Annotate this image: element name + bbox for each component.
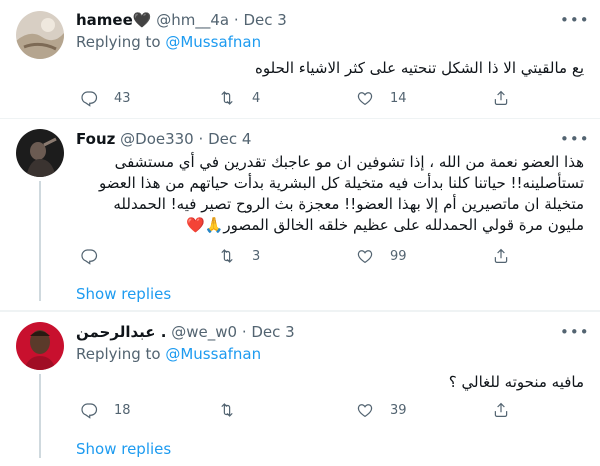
tweet-1[interactable]: hamee🖤 @hm__4a · Dec 3 ••• Replying to @… (0, 0, 600, 118)
tweet-text: هذا العضو نعمة من الله ، إذا تشوفين ان م… (99, 153, 584, 234)
more-icon[interactable]: ••• (560, 324, 589, 344)
user-handle[interactable]: @hm__4a (156, 11, 229, 29)
like-button[interactable]: 39 (356, 398, 407, 422)
like-icon (356, 401, 374, 419)
tweet-date[interactable]: Dec 3 (251, 323, 294, 341)
tweet-2[interactable]: Fouz @Doe330 · Dec 4 ••• هذا العضو نعمة … (0, 119, 600, 310)
mention-link[interactable]: @Mussafnan (165, 33, 261, 51)
reply-count: 18 (114, 402, 131, 418)
user-handle[interactable]: @Doe330 (120, 130, 194, 148)
more-icon[interactable]: ••• (560, 12, 589, 32)
show-replies-link[interactable]: Show replies (76, 439, 171, 459)
like-button[interactable]: 14 (356, 86, 407, 110)
share-button[interactable] (492, 244, 510, 268)
tweet-header: عبدالرحمن . @we_w0 · Dec 3 (76, 322, 295, 342)
separator-dot: · (233, 11, 239, 29)
like-count: 99 (390, 248, 407, 264)
mention-link[interactable]: @Mussafnan (165, 345, 261, 363)
like-count: 39 (390, 402, 407, 418)
replying-to: Replying to @Mussafnan (76, 32, 261, 52)
thread-line (39, 181, 41, 301)
tweet-header: hamee🖤 @hm__4a · Dec 3 (76, 10, 287, 30)
reply-button[interactable]: 43 (80, 86, 131, 110)
reply-button[interactable]: 18 (80, 398, 131, 422)
display-name[interactable]: hamee🖤 (76, 11, 151, 29)
like-icon (356, 247, 374, 265)
retweet-count: 3 (252, 248, 261, 264)
tweet-date[interactable]: Dec 4 (208, 130, 251, 148)
display-name[interactable]: عبدالرحمن . (76, 323, 166, 341)
separator-dot: · (198, 130, 204, 148)
display-name[interactable]: Fouz (76, 130, 115, 148)
like-count: 14 (390, 90, 407, 106)
reply-icon (80, 247, 98, 265)
reply-button[interactable] (80, 244, 114, 268)
share-icon (492, 89, 510, 107)
retweet-button[interactable]: 4 (218, 86, 260, 110)
reply-icon (80, 401, 98, 419)
tweet-date[interactable]: Dec 3 (243, 11, 286, 29)
tweet-text: يع مالقيتي الا ذا الشكل تنحتيه على كثر ا… (255, 59, 584, 77)
avatar[interactable] (16, 11, 64, 59)
like-icon (356, 89, 374, 107)
thread-line (39, 374, 41, 458)
reply-icon (80, 89, 98, 107)
tweet-header: Fouz @Doe330 · Dec 4 (76, 129, 251, 149)
retweet-icon (218, 247, 236, 265)
like-button[interactable]: 99 (356, 244, 407, 268)
user-handle[interactable]: @we_w0 (171, 323, 237, 341)
replying-to: Replying to @Mussafnan (76, 344, 261, 364)
tweet-3[interactable]: عبدالرحمن . @we_w0 · Dec 3 ••• Replying … (0, 312, 600, 466)
retweet-count: 4 (252, 90, 261, 106)
show-replies-link[interactable]: Show replies (76, 284, 171, 304)
retweet-icon (218, 89, 236, 107)
share-button[interactable] (492, 86, 510, 110)
retweet-button[interactable]: 3 (218, 244, 260, 268)
replying-label: Replying to (76, 33, 161, 51)
avatar[interactable] (16, 129, 64, 177)
more-icon[interactable]: ••• (560, 131, 589, 151)
share-button[interactable] (492, 398, 510, 422)
share-icon (492, 401, 510, 419)
share-icon (492, 247, 510, 265)
reply-count: 43 (114, 90, 131, 106)
tweet-text: مافيه منحوته للغالي ؟ (448, 373, 584, 391)
replying-label: Replying to (76, 345, 161, 363)
avatar[interactable] (16, 322, 64, 370)
separator-dot: · (241, 323, 247, 341)
retweet-button[interactable] (218, 398, 252, 422)
retweet-icon (218, 401, 236, 419)
